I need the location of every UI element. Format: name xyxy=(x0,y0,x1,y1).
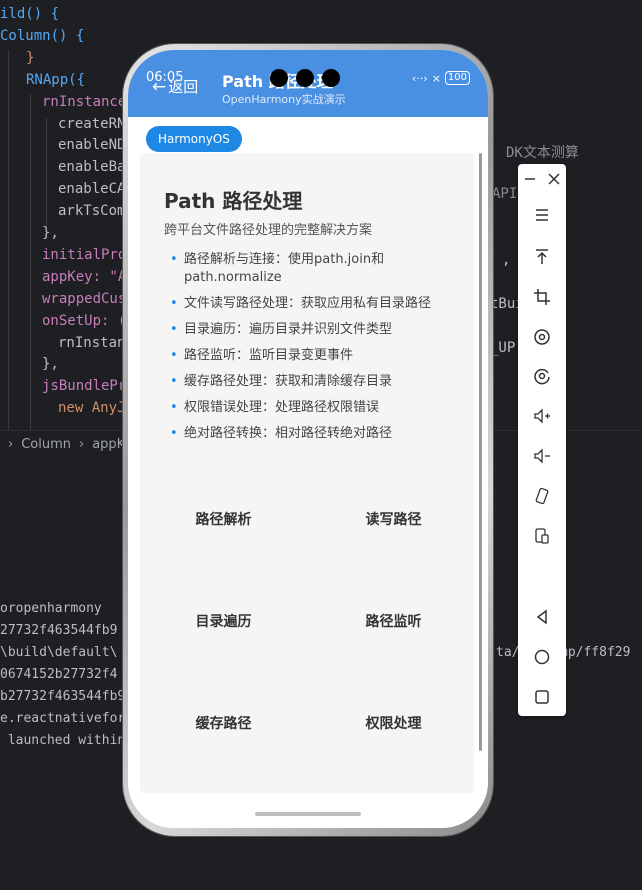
feature-item: 路径解析与连接：使用path.join和path.normalize xyxy=(170,251,460,287)
indent-guide xyxy=(46,118,47,228)
terminal-line: oropenharmony xyxy=(0,601,102,616)
feature-item: 路径监听：监听目录变更事件 xyxy=(170,347,460,365)
code-line: enableCA xyxy=(58,181,126,198)
code-line: wrappedCus xyxy=(42,290,127,307)
info-card: Path 路径处理 跨平台文件路径处理的完整解决方案 路径解析与连接：使用pat… xyxy=(140,153,474,793)
path-parse-button[interactable]: 路径解析 xyxy=(140,499,307,539)
code-line: jsBundlePr xyxy=(42,378,127,395)
volume-down-icon[interactable] xyxy=(518,441,566,471)
code-line: createRN xyxy=(58,115,126,132)
code-line: enableND xyxy=(58,137,126,154)
rotate-left-icon[interactable] xyxy=(518,322,566,352)
signal-icon: ‹··› xyxy=(411,71,428,85)
code-line: }, xyxy=(42,225,59,241)
terminal-line: e.reactnativefor xyxy=(0,711,126,726)
crop-icon[interactable] xyxy=(518,282,566,312)
directory-traverse-button[interactable]: 目录遍历 xyxy=(140,601,307,641)
wifi-off-icon: × xyxy=(431,71,441,85)
phone-screen: 06:05 ← 返回 Path 路径处理 OpenHarmony实战演示 ‹··… xyxy=(128,50,488,828)
code-line: } xyxy=(26,49,35,66)
code-line: initialPro xyxy=(42,246,127,263)
code-line: onSetUp: ( xyxy=(42,312,127,329)
code-line: RNApp({ xyxy=(26,71,86,88)
screenshot-icon[interactable] xyxy=(518,521,566,551)
indent-guide xyxy=(30,94,31,430)
emulator-toolbar xyxy=(518,164,566,716)
code-line: rnInstan xyxy=(58,334,126,351)
pin-top-icon[interactable] xyxy=(518,242,566,272)
code-line: }, xyxy=(42,356,59,373)
code-line: ild() { xyxy=(0,6,60,22)
back-button[interactable]: ← 返回 xyxy=(152,76,198,97)
minimize-icon[interactable] xyxy=(518,164,542,194)
camera-lens-icon xyxy=(270,69,288,87)
card-description: 跨平台文件路径处理的完整解决方案 xyxy=(164,223,373,238)
terminal-line: 0674152b27732f4 xyxy=(0,667,118,682)
status-icons: ‹··› × 100 xyxy=(412,71,470,85)
card-title: Path 路径处理 xyxy=(164,189,303,213)
home-circle-icon[interactable] xyxy=(518,642,566,672)
code-fragment: DK文本测算 xyxy=(506,145,579,161)
terminal-line: launched within xyxy=(0,733,126,748)
code-fragment: API xyxy=(492,186,518,202)
battery-icon: 100 xyxy=(444,71,470,85)
code-fragment: , xyxy=(502,252,511,268)
feature-item: 文件读写路径处理：获取应用私有目录路径 xyxy=(170,295,460,313)
terminal-line: b27732f463544fb9 xyxy=(0,689,126,704)
breadcrumb-chevron: › xyxy=(8,436,14,452)
app-body[interactable]: Path 路径处理 跨平台文件路径处理的完整解决方案 路径解析与连接：使用pat… xyxy=(128,117,488,828)
breadcrumb-chevron: › xyxy=(79,436,85,452)
back-triangle-icon[interactable] xyxy=(518,602,566,632)
code-line: rnInstance xyxy=(42,93,127,110)
feature-item: 目录遍历：遍历目录并识别文件类型 xyxy=(170,321,460,339)
read-write-path-button[interactable]: 读写路径 xyxy=(310,499,477,539)
back-arrow-icon: ← xyxy=(152,76,167,97)
scrollbar[interactable] xyxy=(479,153,482,751)
camera-cutout xyxy=(270,69,350,89)
harmonyos-badge: HarmonyOS xyxy=(146,126,242,152)
camera-lens-icon xyxy=(322,69,340,87)
code-line: arkTsCom xyxy=(58,203,126,220)
page-subtitle: OpenHarmony实战演示 xyxy=(222,93,346,106)
feature-item: 绝对路径转换：相对路径转绝对路径 xyxy=(170,425,460,443)
app-header: 06:05 ← 返回 Path 路径处理 OpenHarmony实战演示 ‹··… xyxy=(128,50,488,117)
feature-list: 路径解析与连接：使用path.join和path.normalize 文件读写路径… xyxy=(170,251,460,451)
back-label: 返回 xyxy=(168,78,199,96)
volume-up-icon[interactable] xyxy=(518,401,566,431)
terminal-line: \build\default\ xyxy=(0,645,118,660)
shake-icon[interactable] xyxy=(518,481,566,511)
code-fragment: _UP xyxy=(490,340,516,356)
home-indicator[interactable] xyxy=(255,812,361,816)
recent-square-icon[interactable] xyxy=(518,682,566,712)
indent-guide xyxy=(8,50,9,430)
feature-item: 缓存路径处理：获取和清除缓存目录 xyxy=(170,373,460,391)
menu-icon[interactable] xyxy=(518,200,566,230)
cache-path-button[interactable]: 缓存路径 xyxy=(140,703,307,743)
terminal-line: 27732f463544fb9 xyxy=(0,623,118,638)
code-line: enableBa xyxy=(58,159,126,176)
feature-item: 权限错误处理：处理路径权限错误 xyxy=(170,399,460,417)
code-line: appKey: "A xyxy=(42,268,127,285)
rotate-right-icon[interactable] xyxy=(518,361,566,391)
breadcrumb-item-column[interactable]: Column xyxy=(21,437,71,452)
camera-lens-icon xyxy=(296,69,314,87)
permission-handle-button[interactable]: 权限处理 xyxy=(310,703,477,743)
code-line: new AnyJ xyxy=(58,400,126,417)
code-line: Column() { xyxy=(0,27,85,44)
terminal-fragment: mp/ff8f29 xyxy=(560,645,631,660)
close-icon[interactable] xyxy=(542,164,566,194)
path-watch-button[interactable]: 路径监听 xyxy=(310,601,477,641)
